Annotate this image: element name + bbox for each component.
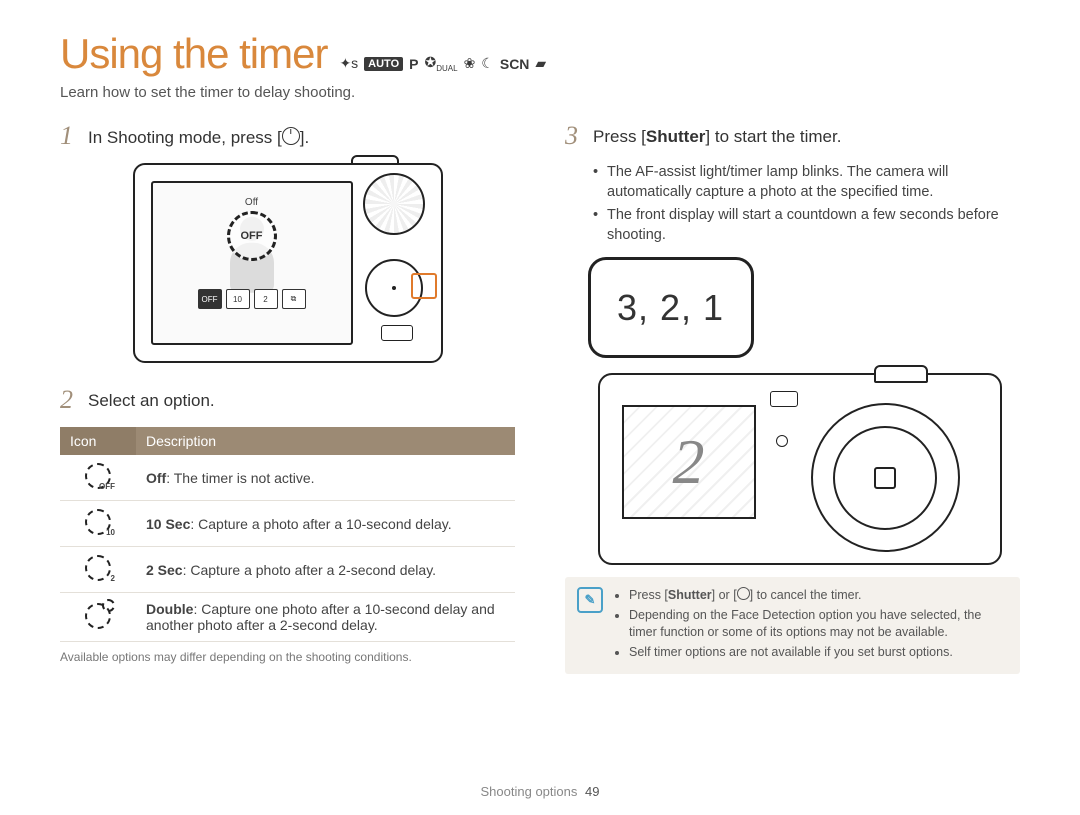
page-number: 49 (585, 784, 599, 799)
timer-options-table: Icon Description Off: The timer is not a… (60, 427, 515, 642)
mode-dual-icon: ✪DUAL (424, 54, 457, 73)
table-row: 10 Sec: Capture a photo after a 10-secon… (60, 501, 515, 547)
strip-opt-2: 2 (254, 289, 278, 309)
mode-icon-strip: ✦s AUTO P ✪DUAL ❀ ☾ SCN ▰ (339, 54, 546, 73)
step-1-number: 1 (60, 123, 78, 149)
timer-small-icon (737, 587, 750, 600)
mode-night-icon: ☾ (481, 55, 494, 72)
step-2-number: 2 (60, 387, 78, 413)
step-3-bullets: The AF-assist light/timer lamp blinks. T… (593, 163, 1020, 245)
table-header-icon: Icon (60, 427, 136, 455)
strip-opt-10: 10 (226, 289, 250, 309)
mode-smart-icon: ✦s (339, 55, 358, 72)
note-icon: ✎ (577, 587, 603, 613)
mode-auto-icon: AUTO (364, 57, 403, 71)
camera-back-illustration: Off OFF OFF 10 2 ⧉ (133, 163, 443, 363)
page-footer: Shooting options 49 (0, 784, 1080, 799)
table-header-description: Description (136, 427, 515, 455)
list-item: Depending on the Face Detection option y… (629, 607, 1008, 641)
table-row: Double: Capture one photo after a 10-sec… (60, 593, 515, 642)
table-footnote: Available options may differ depending o… (60, 650, 515, 664)
front-lcd-number: 2 (673, 425, 705, 499)
table-row: 2 Sec: Capture a photo after a 2-second … (60, 547, 515, 593)
screen-off-circle-icon: OFF (227, 211, 277, 261)
step-1-text: In Shooting mode, press []. (88, 123, 309, 149)
step-3-number: 3 (565, 123, 583, 149)
footer-section: Shooting options (481, 784, 578, 799)
step-3-text: Press [Shutter] to start the timer. (593, 123, 841, 149)
mode-dial-icon (363, 173, 425, 235)
front-lcd: 2 (622, 405, 756, 519)
af-lamp-icon (776, 435, 788, 447)
list-item: The AF-assist light/timer lamp blinks. T… (593, 163, 1020, 202)
mode-movie-icon: ▰ (535, 55, 546, 72)
small-button-icon (381, 325, 413, 341)
strip-opt-double: ⧉ (282, 289, 306, 309)
screen-off-label: Off (245, 197, 258, 208)
list-item: Self timer options are not available if … (629, 644, 1008, 661)
timer-button-icon (282, 127, 300, 145)
lens-icon (811, 403, 960, 552)
list-item: The front display will start a countdown… (593, 206, 1020, 245)
timer-2sec-icon (85, 555, 111, 581)
timer-button-highlight (411, 273, 437, 299)
timer-double-icon (85, 603, 111, 629)
mode-p-icon: P (409, 56, 418, 72)
flash-icon (770, 391, 798, 407)
mode-scn-icon: SCN (500, 56, 530, 72)
page-title: Using the timer (60, 30, 327, 78)
strip-opt-off: OFF (198, 289, 222, 309)
note-box: ✎ Press [Shutter] or [] to cancel the ti… (565, 577, 1020, 674)
timer-off-icon (85, 463, 111, 489)
list-item: Press [Shutter] or [] to cancel the time… (629, 587, 1008, 604)
front-shutter-icon (874, 365, 928, 383)
timer-10sec-icon (85, 509, 111, 535)
page-subtitle: Learn how to set the timer to delay shoo… (60, 84, 1020, 101)
timer-option-strip: OFF 10 2 ⧉ (198, 289, 306, 309)
camera-front-illustration: 3, 2, 1 2 (578, 263, 1008, 563)
countdown-speech-bubble: 3, 2, 1 (588, 257, 754, 358)
step-2-text: Select an option. (88, 387, 215, 413)
table-row: Off: The timer is not active. (60, 455, 515, 501)
mode-beauty-icon: ❀ (464, 55, 476, 72)
